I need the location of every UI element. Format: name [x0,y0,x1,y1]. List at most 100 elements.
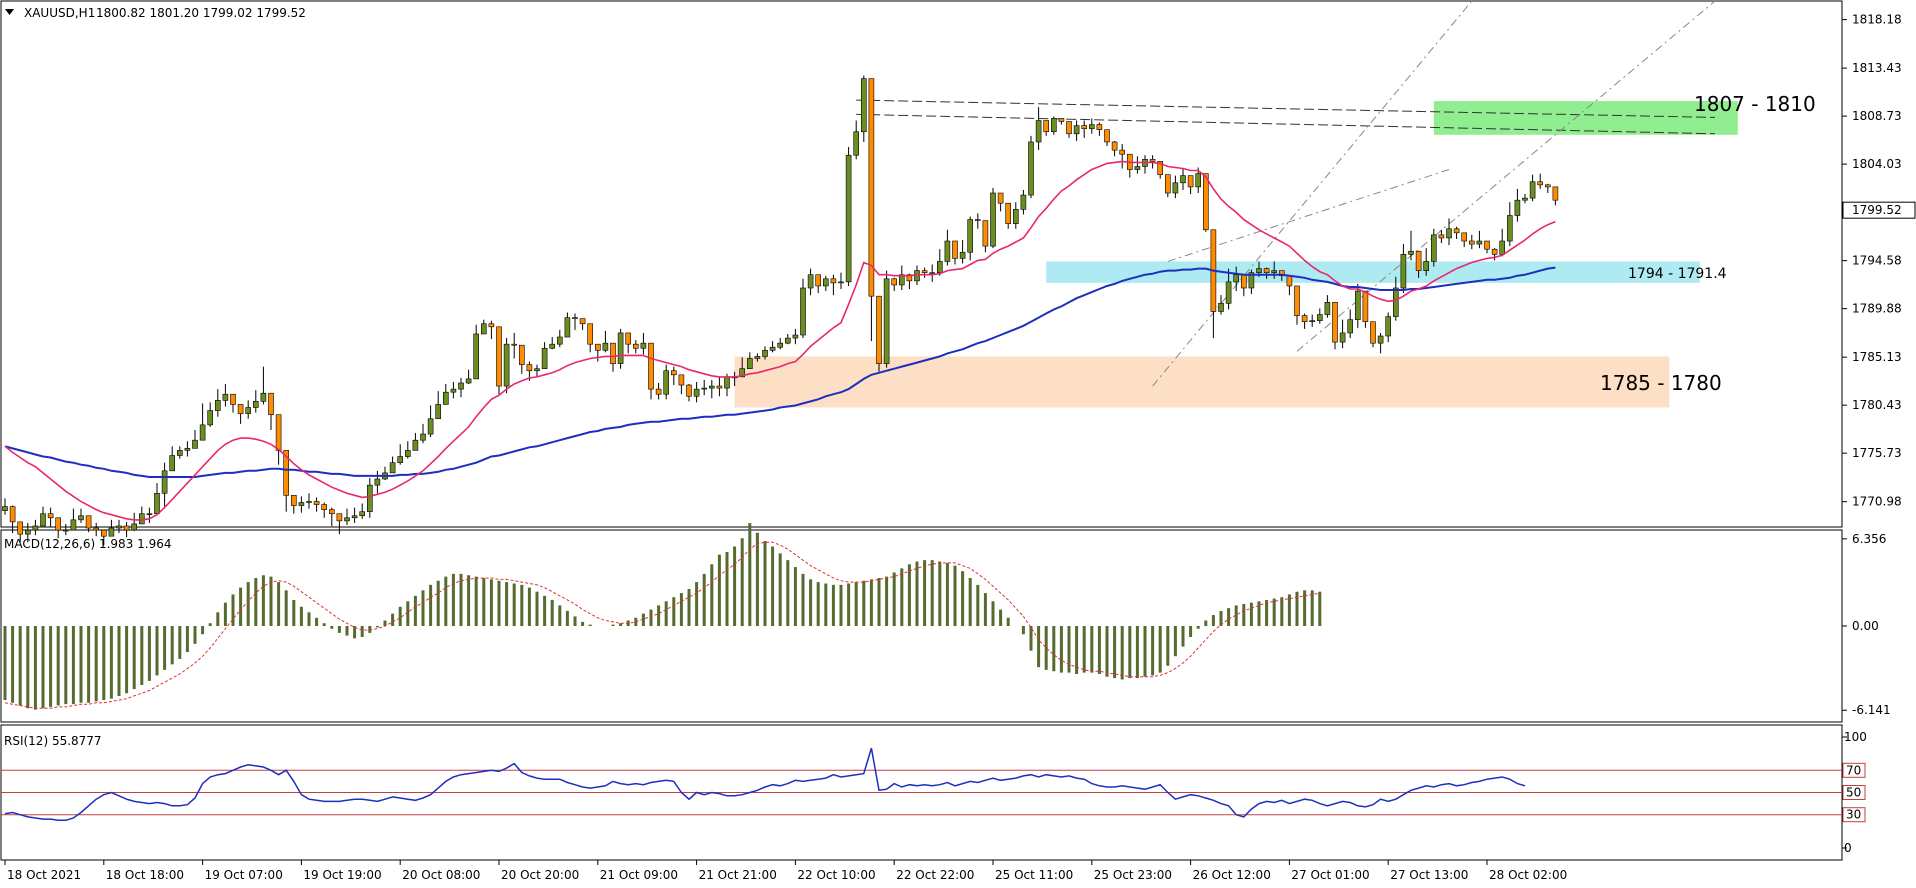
chart-canvas[interactable]: 1807 - 1810 1794 - 1791.4 1785 - 1780 1818… [0,0,1916,884]
candle-body [253,401,259,408]
candle-body [1362,290,1369,323]
macd-tick-label: -6.141 [1852,703,1891,717]
time-tick-label: 26 Oct 12:00 [1193,868,1271,882]
candle-body [534,368,540,372]
time-tick-label: 18 Oct 2021 [7,868,81,882]
candle-body [944,240,951,262]
candle-body [632,343,639,349]
candle-body [670,370,677,376]
candle-body [116,525,122,529]
candle-body [268,392,274,415]
time-tick-label: 22 Oct 22:00 [896,868,974,882]
price-tick-label: 1775.73 [1852,446,1902,460]
candle-body [1431,234,1437,262]
price-tick-label: 1794.58 [1852,254,1902,268]
zone-label-2: 1785 - 1780 [1600,371,1722,395]
candle-body [9,506,16,523]
candle-body [777,342,784,348]
candle-body [511,343,518,346]
candle-body [1233,274,1239,283]
candle-body [746,358,753,369]
candle-body [351,515,358,519]
candle-body [2,506,8,511]
candle-body [990,192,996,247]
candle-body [663,370,670,395]
candle-body [1453,228,1460,234]
time-tick-label: 25 Oct 11:00 [995,868,1073,882]
candle-body [1241,274,1247,289]
candle-body [488,323,495,328]
candle-body [17,521,24,535]
candle-body [435,404,442,420]
rsi-tick-label: 70 [1846,763,1861,777]
candle-body [192,439,198,449]
candle-body [306,501,312,503]
candle-body [260,392,267,402]
price-tick-label: 1808.73 [1852,109,1902,123]
rsi-title: RSI(12) 55.8777 [4,734,102,748]
candle-body [792,334,799,339]
time-tick-label: 20 Oct 20:00 [501,868,579,882]
candle-body [1081,125,1087,129]
candle-body [1104,129,1110,143]
candle-body [245,407,251,414]
candle-body [1051,118,1057,133]
candle-body [1385,316,1391,337]
candle-body [154,492,160,515]
candle-body [1256,268,1262,273]
candle-body [169,455,175,472]
candle-body [1073,125,1080,135]
candle-body [1028,141,1034,196]
candle [1332,302,1338,350]
candle-body [921,270,928,273]
candle-body [769,346,776,351]
candle-body [572,317,578,319]
candle-body [139,513,145,525]
candle-body [1423,261,1429,271]
price-tick-label: 1804.03 [1852,157,1902,171]
candle-body [1203,173,1209,231]
candle-body [602,342,609,351]
candle-body [693,388,700,397]
candle-body [298,502,305,506]
candle-body [1134,166,1141,170]
time-tick-label: 22 Oct 10:00 [797,868,875,882]
zone-label-0: 1807 - 1810 [1694,92,1816,116]
trading-chart[interactable]: 1807 - 1810 1794 - 1791.4 1785 - 1780 1818… [0,0,1916,884]
candle-body [412,439,419,451]
candle-body [952,240,958,259]
candle-body [1309,320,1315,323]
time-tick-label: 21 Oct 09:00 [600,868,678,882]
time-tick-label: 20 Oct 08:00 [402,868,480,882]
rsi-tick-label: 30 [1846,808,1861,822]
candle-body [359,511,366,517]
candle [503,338,510,394]
candle-body [1195,173,1201,188]
candle [990,187,996,249]
candle-body [686,384,692,397]
candle-body [1393,287,1399,317]
candle-body [1149,159,1156,162]
candle-body [184,448,191,451]
candle-body [389,462,396,474]
candle [1370,321,1376,348]
candle-body [40,513,46,527]
candle-body [982,220,989,247]
candle-body [1499,240,1505,255]
candle [860,75,867,142]
candle-body [1438,234,1445,239]
macd-tick-label: 6.356 [1852,532,1886,546]
candle-body [1187,175,1194,188]
candle-body [724,376,730,389]
candle-body [617,332,624,364]
candle-body [883,278,890,364]
candle-body [93,527,99,531]
candle-body [290,495,297,506]
candle [1203,173,1209,232]
candle-body [556,336,563,345]
candle-body [1347,319,1353,334]
candle-body [967,219,974,253]
candle-body [177,450,183,456]
price-tick-label: 1789.88 [1852,302,1902,316]
candle-body [1491,248,1498,255]
